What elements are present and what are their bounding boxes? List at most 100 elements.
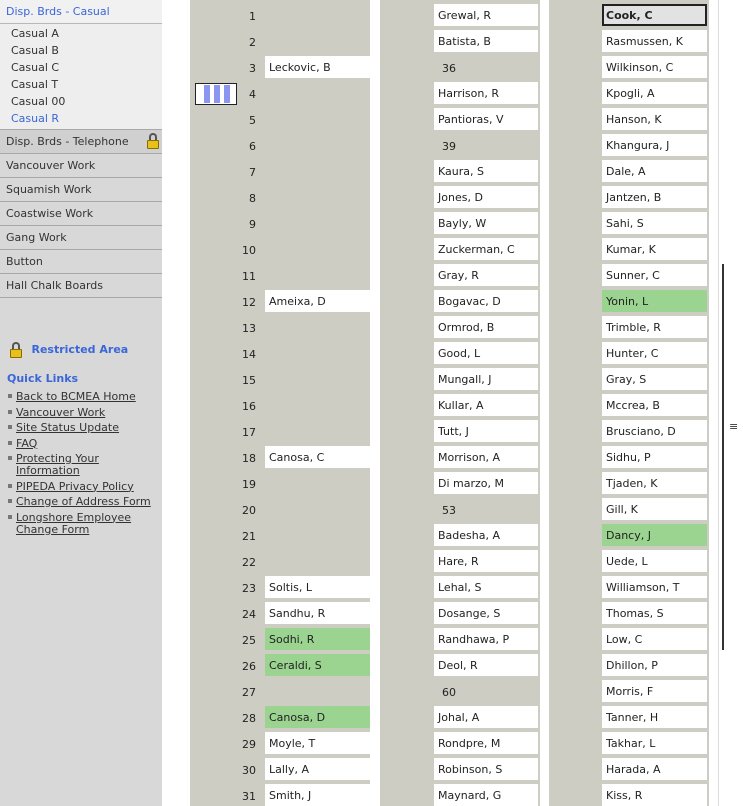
sidebar: Disp. Brds - Casual Casual A Casual B Ca… — [0, 0, 162, 806]
board-name-cell[interactable]: Moyle, T — [265, 732, 370, 754]
link-change-of-address-form[interactable]: Change of Address Form — [16, 495, 151, 508]
link-back-to-bcmea-home[interactable]: Back to BCMEA Home — [16, 390, 136, 403]
board-name-cell[interactable]: Ameixa, D — [265, 290, 370, 312]
board-name-cell[interactable]: Kullar, A — [434, 394, 538, 416]
board-empty-cell — [265, 472, 370, 494]
board-name-cell[interactable]: Badesha, A — [434, 524, 538, 546]
board-name-cell[interactable]: Sodhi, R — [265, 628, 370, 650]
board-name-cell[interactable]: Bayly, W — [434, 212, 538, 234]
sub-item-casual-00[interactable]: Casual 00 — [0, 93, 162, 110]
board-name-cell[interactable]: Ormrod, B — [434, 316, 538, 338]
board-name-cell[interactable]: Harada, A — [602, 758, 707, 780]
restricted-area[interactable]: Restricted Area — [10, 340, 128, 358]
board-name-cell[interactable]: Uede, L — [602, 550, 707, 572]
board-name-cell[interactable]: Tjaden, K — [602, 472, 707, 494]
board-row: 84Sidhu, P — [549, 442, 709, 468]
sub-item-casual-a[interactable]: Casual A — [0, 25, 162, 42]
board-name-cell[interactable]: Randhawa, P — [434, 628, 538, 650]
board-name-cell[interactable]: Dhillon, P — [602, 654, 707, 676]
nav-item-coastwise-work[interactable]: Coastwise Work — [0, 202, 162, 226]
sub-item-casual-b[interactable]: Casual B — [0, 42, 162, 59]
link-protecting-your-information[interactable]: Protecting Your Information — [16, 452, 99, 477]
link-faq[interactable]: FAQ — [16, 437, 37, 450]
board-name-cell[interactable]: Harrison, R — [434, 82, 538, 104]
board-name-cell[interactable]: Mccrea, B — [602, 394, 707, 416]
link-longshore-employee-change-form[interactable]: Longshore Employee Change Form — [16, 511, 131, 536]
board-name-cell[interactable]: Morris, F — [602, 680, 707, 702]
board-name-cell[interactable]: Trimble, R — [602, 316, 707, 338]
nav-item-hall-chalk-boards[interactable]: Hall Chalk Boards — [0, 274, 162, 298]
board-name-cell[interactable]: Yonin, L — [602, 290, 707, 312]
board-name-cell[interactable]: Sunner, C — [602, 264, 707, 286]
nav-item-disp-brds-telephone[interactable]: Disp. Brds - Telephone — [0, 130, 162, 154]
board-name-cell[interactable]: Sandhu, R — [265, 602, 370, 624]
board-name-cell[interactable]: Grewal, R — [434, 4, 538, 26]
board-name-cell[interactable]: Gray, S — [602, 368, 707, 390]
board-name-cell[interactable]: Bogavac, D — [434, 290, 538, 312]
board-name-cell[interactable]: Thomas, S — [602, 602, 707, 624]
board-name-cell[interactable]: Kaura, S — [434, 160, 538, 182]
board-name-cell[interactable]: Robinson, S — [434, 758, 538, 780]
board-name-cell[interactable]: Cook, C — [602, 4, 707, 26]
board-name-cell[interactable]: Gill, K — [602, 498, 707, 520]
sub-item-casual-t[interactable]: Casual T — [0, 76, 162, 93]
board-name-cell[interactable]: Jones, D — [434, 186, 538, 208]
board-name-cell[interactable]: Mungall, J — [434, 368, 538, 390]
board-name-cell[interactable]: Jantzen, B — [602, 186, 707, 208]
restricted-area-label[interactable]: Restricted Area — [32, 340, 129, 360]
board-name-cell[interactable]: Deol, R — [434, 654, 538, 676]
board-name-cell[interactable]: Good, L — [434, 342, 538, 364]
sub-item-casual-r[interactable]: Casual R — [0, 110, 162, 127]
board-name-cell[interactable]: Dosange, S — [434, 602, 538, 624]
board-name-cell[interactable]: Pantioras, V — [434, 108, 538, 130]
board-name-cell[interactable]: Rondpre, M — [434, 732, 538, 754]
board-name-cell[interactable]: Sidhu, P — [602, 446, 707, 468]
board-name-cell[interactable]: Kumar, K — [602, 238, 707, 260]
board-name-cell[interactable]: Batista, B — [434, 30, 538, 52]
board-name-cell[interactable]: Dancy, J — [602, 524, 707, 546]
link-pipeda-privacy-policy[interactable]: PIPEDA Privacy Policy — [16, 480, 134, 493]
board-name-cell[interactable]: Rasmussen, K — [602, 30, 707, 52]
board-row: 80Hunter, C — [549, 338, 709, 364]
link-site-status-update[interactable]: Site Status Update — [16, 421, 119, 434]
nav-item-squamish-work[interactable]: Squamish Work — [0, 178, 162, 202]
board-name-cell[interactable]: Canosa, D — [265, 706, 370, 728]
sub-item-casual-c[interactable]: Casual C — [0, 59, 162, 76]
board-name-cell[interactable]: Kiss, R — [602, 784, 707, 806]
board-name-cell[interactable]: Brusciano, D — [602, 420, 707, 442]
board-name-cell[interactable]: Maynard, G — [434, 784, 538, 806]
board-name-cell[interactable]: Kpogli, A — [602, 82, 707, 104]
board-name-cell[interactable]: Lally, A — [265, 758, 370, 780]
board-name-cell[interactable]: Tutt, J — [434, 420, 538, 442]
board-name-cell[interactable]: Soltis, L — [265, 576, 370, 598]
nav-item-gang-work[interactable]: Gang Work — [0, 226, 162, 250]
board-name-cell[interactable]: Williamson, T — [602, 576, 707, 598]
board-name-cell[interactable]: Leckovic, B — [265, 56, 370, 78]
board-name-cell[interactable]: Low, C — [602, 628, 707, 650]
nav-item-button[interactable]: Button — [0, 250, 162, 274]
board-name-cell[interactable]: Lehal, S — [434, 576, 538, 598]
board-name-cell[interactable]: Di marzo, M — [434, 472, 538, 494]
nav-section-disp-brds-casual[interactable]: Disp. Brds - Casual — [0, 0, 162, 24]
board-name-cell[interactable]: Smith, J — [265, 784, 370, 806]
board-name-cell[interactable]: Ceraldi, S — [265, 654, 370, 676]
board-name-cell[interactable]: Sahi, S — [602, 212, 707, 234]
scrollbar[interactable]: ≡ — [718, 0, 743, 806]
board-name-cell[interactable]: Takhar, L — [602, 732, 707, 754]
board-name-cell[interactable]: Dale, A — [602, 160, 707, 182]
board-name-cell[interactable]: Tanner, H — [602, 706, 707, 728]
board-name-cell[interactable]: Zuckerman, C — [434, 238, 538, 260]
scrollbar-thumb[interactable] — [722, 264, 742, 650]
board-name-cell[interactable]: Hare, R — [434, 550, 538, 572]
link-vancouver-work[interactable]: Vancouver Work — [16, 406, 105, 419]
board-name-cell[interactable]: Johal, A — [434, 706, 538, 728]
board-name-cell[interactable]: Wilkinson, C — [602, 56, 707, 78]
board-name-cell[interactable]: Gray, R — [434, 264, 538, 286]
board-name-cell[interactable]: Hunter, C — [602, 342, 707, 364]
board-name-cell[interactable]: Khangura, J — [602, 134, 707, 156]
quick-links-list: Back to BCMEA Home Vancouver Work Site S… — [8, 391, 160, 539]
board-name-cell[interactable]: Canosa, C — [265, 446, 370, 468]
nav-item-vancouver-work[interactable]: Vancouver Work — [0, 154, 162, 178]
board-name-cell[interactable]: Morrison, A — [434, 446, 538, 468]
board-name-cell[interactable]: Hanson, K — [602, 108, 707, 130]
